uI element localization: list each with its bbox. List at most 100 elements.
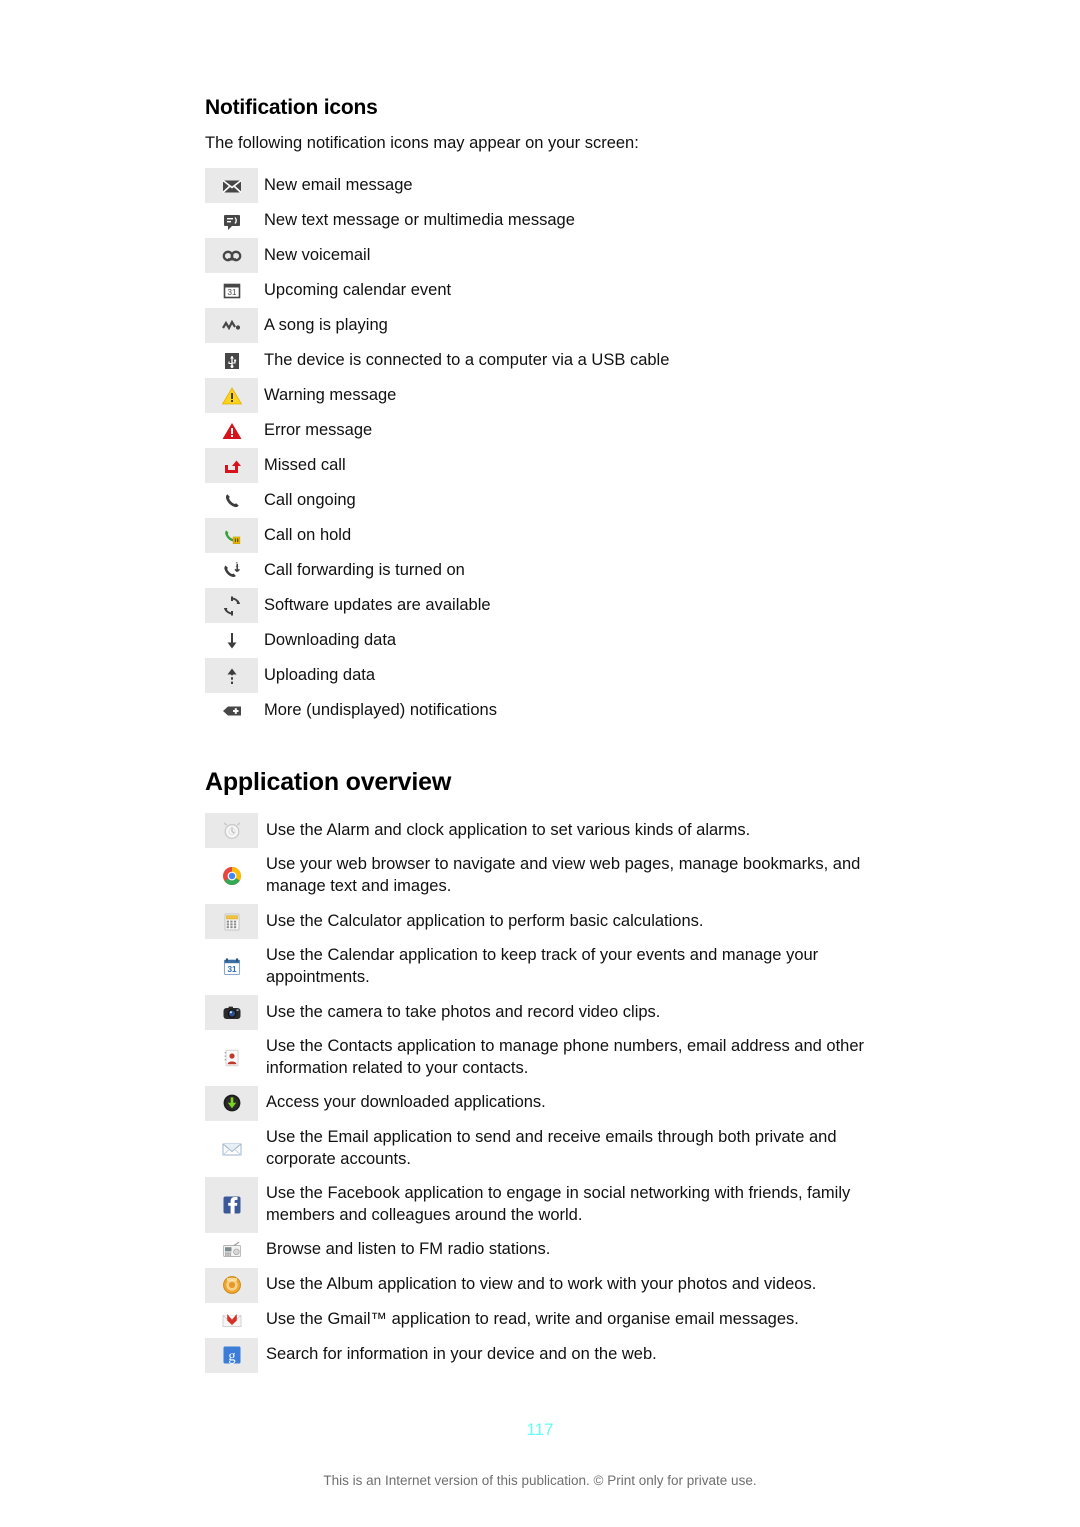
album-icon [221,1274,243,1296]
table-row: A song is playing [205,308,895,344]
chrome-browser-icon [221,865,243,887]
icon-cell [205,448,258,484]
call-on-hold-icon [221,525,243,547]
icon-description: Use your web browser to navigate and vie… [266,855,861,896]
icon-cell [205,343,258,378]
usb-icon [221,350,243,372]
icon-cell [205,813,258,849]
music-note-icon [221,315,243,337]
table-row: 31 Upcoming calendar event [205,273,895,308]
table-row: Uploading data [205,658,895,694]
icon-cell [205,1267,258,1303]
icon-description: Browse and listen to FM radio stations. [266,1240,551,1259]
icon-cell: 31 [205,939,258,995]
table-row: Call on hold [205,518,895,554]
svg-text:g: g [228,1349,235,1365]
table-row: Downloading data [205,623,895,658]
publication-disclaimer: This is an Internet version of this publ… [323,1473,757,1488]
svg-text:31: 31 [227,965,237,974]
icon-cell [205,1233,258,1268]
icon-description: Use the camera to take photos and record… [266,1002,661,1021]
icon-cell [205,1121,258,1177]
downloads-icon [221,1092,243,1114]
call-forwarding-icon: 1 [221,560,243,582]
icon-description: Error message [264,420,373,439]
icon-description: Access your downloaded applications. [266,1093,546,1112]
svg-text:31: 31 [227,288,236,297]
table-row: 31 Use the Calendar application to keep t… [205,939,895,995]
software-update-icon [221,595,243,617]
icon-description: Missed call [264,455,346,474]
facebook-icon [221,1194,243,1216]
table-row: Use the camera to take photos and record… [205,995,895,1031]
icon-description: Uploading data [264,665,376,684]
icon-cell [205,518,258,554]
icon-description: Call on hold [264,525,352,544]
table-row: Missed call [205,448,895,484]
icon-cell [205,995,258,1031]
download-arrow-icon [221,630,243,652]
icon-description: Warning message [264,385,397,404]
application-section-title: Application overview [205,768,452,797]
application-overview-table: Use the Alarm and clock application to s… [205,813,895,1373]
table-row: Use the Alarm and clock application to s… [205,813,895,849]
icon-cell [205,203,258,238]
page-number: 117 [526,1420,554,1439]
table-row: 1 Call forwarding is turned on [205,553,895,588]
upload-arrow-icon [221,665,243,687]
icon-description: New voicemail [264,245,371,264]
table-row: Use the Facebook application to engage i… [205,1176,895,1233]
missed-call-icon [221,455,243,477]
icon-description: More (undisplayed) notifications [264,700,497,719]
icon-cell: 1 [205,553,258,588]
icon-cell [205,588,258,624]
table-row: Use the Album application to view and to… [205,1267,895,1303]
voicemail-icon [221,245,243,267]
icon-cell [205,658,258,694]
icon-cell [205,168,258,204]
call-ongoing-icon [221,490,243,512]
icon-description: Use the Email application to send and re… [266,1127,837,1168]
icon-cell [205,1176,258,1233]
table-row: Access your downloaded applications. [205,1085,895,1121]
icon-cell [205,1303,258,1338]
icon-description: New email message [264,175,413,194]
table-row: Use the Gmail™ application to read, writ… [205,1303,895,1338]
table-row: Software updates are available [205,588,895,624]
table-row: The device is connected to a computer vi… [205,343,895,378]
table-row: Use the Calculator application to perfor… [205,904,895,940]
gmail-icon [221,1309,243,1331]
warning-triangle-icon [221,385,243,407]
envelope-icon [221,175,243,197]
svg-text:1: 1 [235,562,239,568]
sms-bubble-icon [221,210,243,232]
table-row: Use the Contacts application to manage p… [205,1030,895,1086]
table-row: Browse and listen to FM radio stations. [205,1233,895,1268]
table-row: New text message or multimedia message [205,203,895,238]
icon-description: Use the Calendar application to keep tra… [266,946,819,987]
icon-description: Use the Calculator application to perfor… [266,911,704,930]
icon-cell [205,483,258,518]
icon-description: Use the Album application to view and to… [266,1275,817,1294]
document-page: Notification icons The following notific… [0,0,1080,1527]
icon-description: Call forwarding is turned on [264,560,465,579]
contacts-icon [221,1047,243,1069]
icon-description: Use the Contacts application to manage p… [266,1037,865,1077]
page-content: Notification icons The following notific… [205,96,895,1373]
icon-cell [205,238,258,274]
table-row: New email message [205,168,895,204]
icon-cell [205,413,258,448]
icon-description: Downloading data [264,630,397,649]
calculator-icon [221,911,243,933]
icon-description: Software updates are available [264,595,491,614]
icon-description: Use the Gmail™ application to read, writ… [266,1310,799,1329]
icon-cell [205,693,258,728]
camera-icon [221,1002,243,1024]
icon-description: Use the Alarm and clock application to s… [266,820,751,839]
notification-icons-table: New email message New text message or mul… [205,168,895,728]
notification-section-intro: The following notification icons may app… [205,134,639,152]
icon-description: Upcoming calendar event [264,280,452,299]
google-search-icon: g [221,1344,243,1366]
icon-cell [205,1085,258,1121]
